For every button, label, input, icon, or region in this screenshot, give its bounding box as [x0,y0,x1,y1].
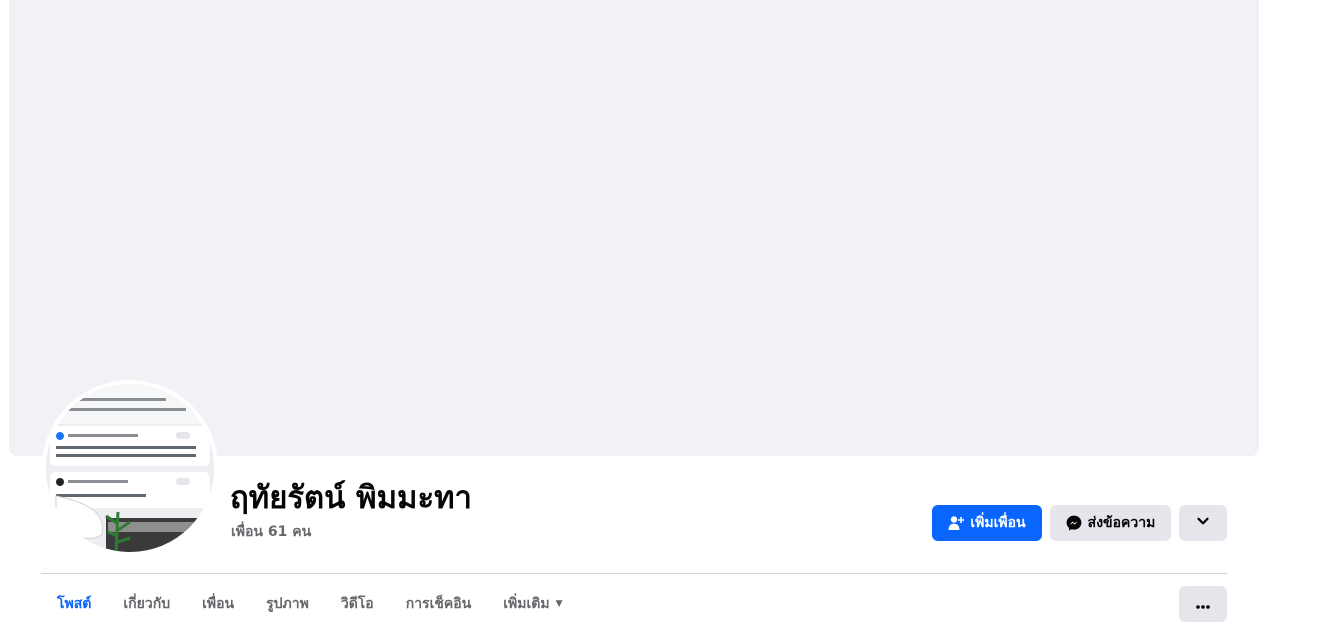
ellipsis-icon [1195,595,1211,614]
tab-label: เพิ่มเติม [503,596,550,612]
tab-photos[interactable]: รูปภาพ [250,586,325,622]
tab-label: เกี่ยวกับ [123,596,171,612]
add-friend-label: เพิ่มเพื่อน [970,515,1026,531]
caret-down-icon: ▼ [555,599,563,609]
cover-photo[interactable] [9,0,1259,456]
tab-label: เพื่อน [202,596,235,612]
expand-button[interactable] [1179,505,1227,541]
tab-label: การเช็คอิน [405,596,472,612]
avatar[interactable] [46,384,214,552]
more-options-button[interactable] [1179,586,1227,622]
tab-label: รูปภาพ [266,596,309,612]
avatar-image [46,384,214,552]
tab-label: โพสต์ [57,596,92,612]
profile-page: ฤทัยรัตน์ พิมมะทา เพื่อน 61 คน เพิ่มเพื่… [0,0,1334,630]
message-button[interactable]: ส่งข้อความ [1050,505,1171,541]
profile-name: ฤทัยรัตน์ พิมมะทา [230,480,472,516]
message-label: ส่งข้อความ [1087,515,1156,531]
tab-label: วิดีโอ [340,596,374,612]
friend-count[interactable]: เพื่อน 61 คน [231,522,311,542]
profile-tabs: โพสต์ เกี่ยวกับ เพื่อน รูปภาพ วิดีโอ การ… [41,586,579,622]
profile-picture[interactable] [42,380,218,556]
divider [41,573,1227,574]
tab-videos[interactable]: วิดีโอ [325,586,390,622]
tab-friends[interactable]: เพื่อน [186,586,250,622]
chevron-down-icon [1196,514,1210,532]
person-plus-icon [948,515,965,531]
tab-posts[interactable]: โพสต์ [41,586,107,622]
add-friend-button[interactable]: เพิ่มเพื่อน [932,505,1042,541]
tab-checkins[interactable]: การเช็คอิน [390,586,488,622]
tab-more[interactable]: เพิ่มเติม ▼ [487,586,578,622]
tab-about[interactable]: เกี่ยวกับ [107,586,186,622]
messenger-icon [1066,515,1082,531]
